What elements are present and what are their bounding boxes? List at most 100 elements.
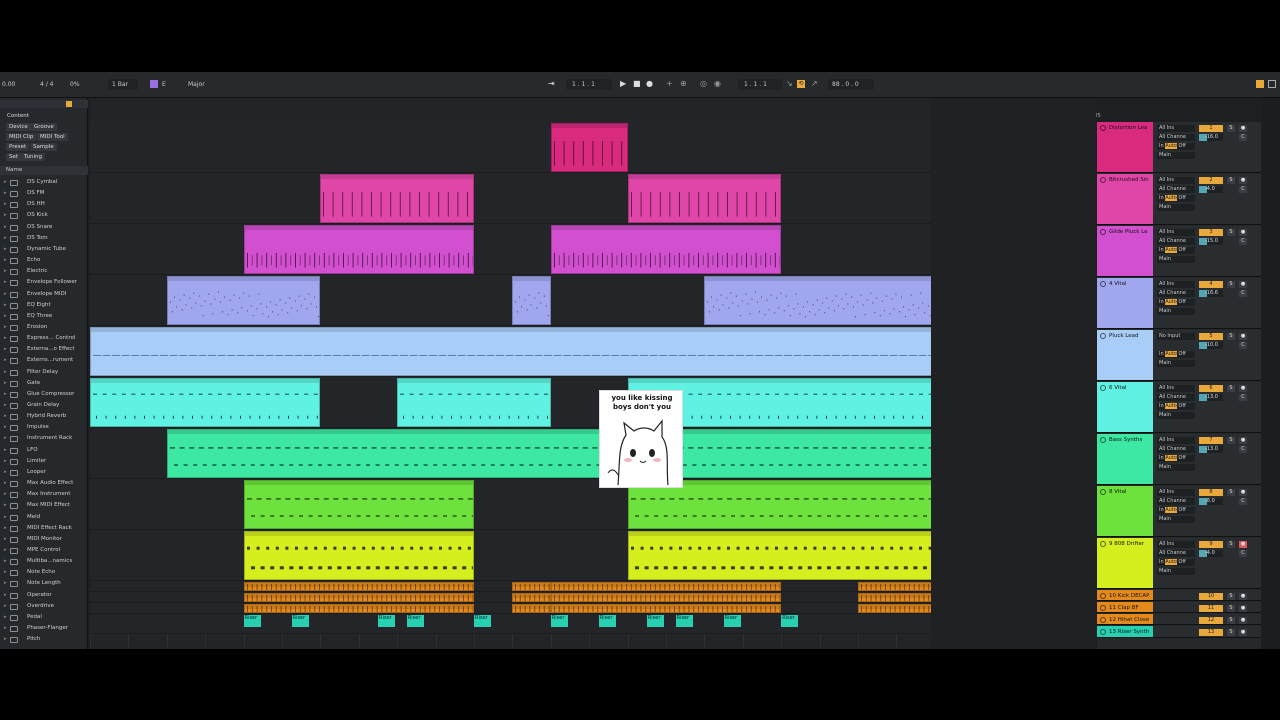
browser-item[interactable]: ▸ Envelope Follower [0, 277, 86, 288]
track-header[interactable]: 12 Hihat Close 12 S ● [1097, 614, 1261, 625]
midi-clip[interactable] [704, 276, 931, 325]
expand-arrow-icon[interactable]: ▸ [4, 322, 7, 333]
midi-clip[interactable] [166, 276, 321, 325]
browser-item[interactable]: ▸ EQ Three [0, 311, 86, 322]
track-header[interactable]: Bass Synths 7 S ● All Ins All Channe In Aut… [1097, 434, 1261, 485]
browser-item[interactable]: ▸ Overdrive [0, 601, 86, 612]
track-activator[interactable]: 8 [1199, 489, 1223, 496]
midi-clip[interactable] [243, 225, 474, 274]
track-lane[interactable] [90, 614, 931, 634]
output-select[interactable]: Main [1157, 308, 1195, 315]
output-select[interactable]: Main [1157, 152, 1195, 159]
browser-item[interactable]: ▸ Limiter [0, 456, 86, 467]
input-channel-select[interactable]: All Channe [1157, 290, 1195, 297]
browser-item[interactable]: ▸ MIDI Monitor [0, 534, 86, 545]
track-name[interactable]: Glide Pluck Le [1109, 229, 1148, 235]
solo-button[interactable]: S [1227, 605, 1235, 612]
solo-button[interactable]: S [1227, 437, 1235, 444]
expand-arrow-icon[interactable]: ▸ [4, 222, 7, 233]
track-fold-icon[interactable] [1100, 333, 1106, 339]
monitor-switch[interactable]: In Auto Off [1157, 403, 1195, 410]
arm-button[interactable]: ● [1239, 489, 1247, 496]
track-fold-icon[interactable] [1100, 177, 1106, 183]
volume-slider[interactable]: -13.0 [1199, 446, 1223, 453]
quantize-menu[interactable]: 1 Bar [112, 81, 128, 88]
track-activator[interactable]: 11 [1199, 605, 1223, 612]
cue-button[interactable]: C [1239, 550, 1247, 557]
expand-arrow-icon[interactable]: ▸ [4, 545, 7, 556]
midi-clip[interactable] [512, 582, 551, 591]
output-select[interactable]: Main [1157, 464, 1195, 471]
midi-clip[interactable] [550, 604, 782, 613]
midi-clip[interactable] [243, 593, 474, 602]
solo-button[interactable]: S [1227, 385, 1235, 392]
output-select[interactable]: Main [1157, 204, 1195, 211]
browser-item[interactable]: ▸ Impulse [0, 422, 86, 433]
track-header[interactable]: Bitcrushed Sin 2 S ● All Ins All Channe In … [1097, 174, 1261, 225]
expand-arrow-icon[interactable]: ▸ [4, 500, 7, 511]
track-name[interactable]: 13 Riser Synth [1109, 629, 1149, 635]
track-name[interactable]: 10 Kick DECAP [1109, 593, 1149, 599]
volume-slider[interactable]: -4.0 [1199, 186, 1223, 193]
riser-clip[interactable]: Riser [291, 615, 309, 627]
track-fold-icon[interactable] [1100, 541, 1106, 547]
solo-button[interactable]: S [1227, 629, 1235, 636]
loop-length[interactable]: 88 . 0 . 0 [832, 81, 859, 88]
track-activator[interactable]: 6 [1199, 385, 1223, 392]
midi-clip[interactable] [627, 174, 782, 223]
track-name[interactable]: 11 Clap BF [1109, 605, 1139, 611]
expand-arrow-icon[interactable]: ▸ [4, 445, 7, 456]
filter-set[interactable]: Set [6, 153, 22, 161]
track-activator[interactable]: 13 [1199, 629, 1223, 636]
track-fold-icon[interactable] [1100, 385, 1106, 391]
volume-slider[interactable]: -16.0 [1199, 134, 1223, 141]
midi-clip[interactable] [243, 582, 474, 591]
browser-search[interactable] [0, 100, 88, 108]
track-name[interactable]: 8 Vital [1109, 489, 1126, 495]
browser-item[interactable]: ▸ Pitch [0, 634, 86, 645]
arm-button[interactable]: ● [1239, 593, 1247, 600]
solo-button[interactable]: S [1227, 333, 1235, 340]
name-column[interactable]: Name [6, 167, 22, 173]
stop-icon[interactable]: ■ [633, 80, 641, 88]
input-type-select[interactable]: All Ins [1157, 489, 1195, 496]
expand-arrow-icon[interactable]: ▸ [4, 277, 7, 288]
track-name[interactable]: Distortion Lea [1109, 125, 1147, 131]
capture-icon[interactable]: ◎ [700, 80, 708, 88]
midi-clip[interactable] [243, 604, 474, 613]
volume-slider[interactable]: -10.0 [1199, 342, 1223, 349]
expand-arrow-icon[interactable]: ▸ [4, 623, 7, 634]
arm-button[interactable]: ● [1239, 385, 1247, 392]
expand-arrow-icon[interactable]: ▸ [4, 210, 7, 221]
browser-item[interactable]: ▸ Externs...rument [0, 355, 86, 366]
volume-slider[interactable]: -13.0 [1199, 394, 1223, 401]
input-type-select[interactable]: All Ins [1157, 229, 1195, 236]
expand-arrow-icon[interactable]: ▸ [4, 266, 7, 277]
browser-item[interactable]: ▸ Dynamic Tube [0, 244, 86, 255]
input-channel-select[interactable]: All Channe [1157, 498, 1195, 505]
expand-arrow-icon[interactable]: ▸ [4, 612, 7, 623]
solo-button[interactable]: S [1227, 229, 1235, 236]
expand-arrow-icon[interactable]: ▸ [4, 601, 7, 612]
tempo-field[interactable]: 0.00 [2, 81, 15, 88]
midi-clip[interactable] [550, 225, 782, 274]
loop-switch-icon[interactable]: ⟲ [797, 80, 805, 88]
track-fold-icon[interactable] [1100, 281, 1106, 287]
browser-item[interactable]: ▸ MIDI Effect Rack [0, 523, 86, 534]
track-fold-icon[interactable] [1100, 437, 1106, 443]
browser-item[interactable]: ▸ Multiba...namics [0, 556, 86, 567]
volume-slider[interactable]: -8.0 [1199, 498, 1223, 505]
track-header[interactable]: 9 808 Drifter 9 S ● All Ins All Channe In A… [1097, 538, 1261, 589]
input-type-select[interactable]: All Ins [1157, 281, 1195, 288]
midi-clip[interactable] [243, 531, 474, 580]
track-name[interactable]: Pluck Lead [1109, 333, 1139, 339]
expand-arrow-icon[interactable]: ▸ [4, 467, 7, 478]
track-header[interactable]: 10 Kick DECAP 10 S ● [1097, 590, 1261, 601]
browser-item[interactable]: ▸ Max Instrument [0, 489, 86, 500]
track-header[interactable]: 6 Vital 6 S ● All Ins All Channe In Auto Of… [1097, 382, 1261, 433]
expand-arrow-icon[interactable]: ▸ [4, 523, 7, 534]
expand-arrow-icon[interactable]: ▸ [4, 456, 7, 467]
riser-clip[interactable]: Riser [406, 615, 424, 627]
browser-item[interactable]: ▸ LFO [0, 445, 86, 456]
solo-button[interactable]: S [1227, 617, 1235, 624]
